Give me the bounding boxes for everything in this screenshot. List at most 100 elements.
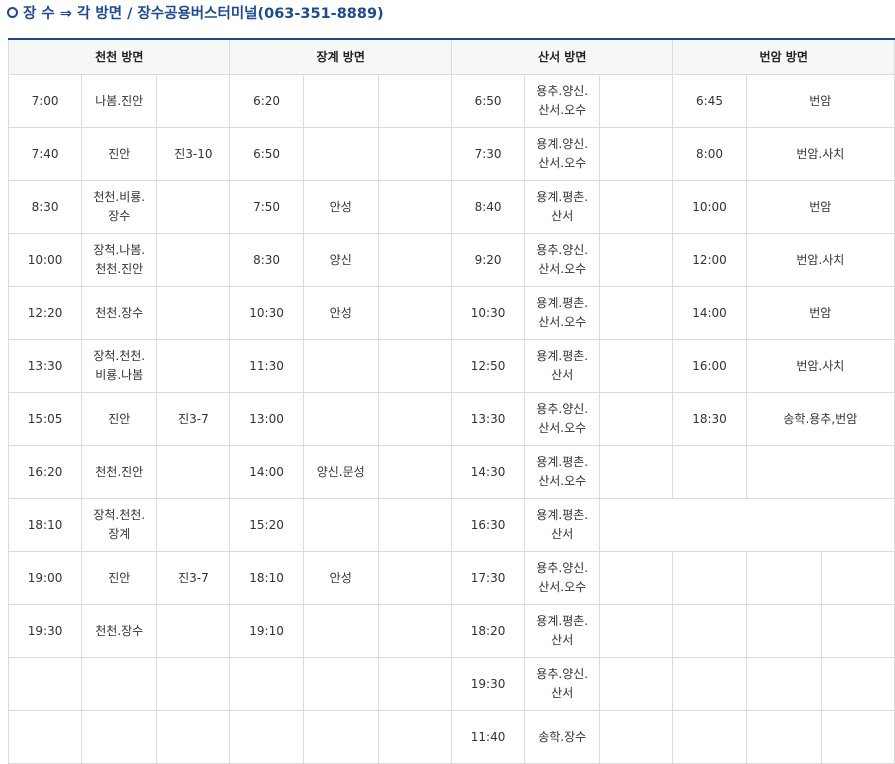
table-cell: 진3-10: [156, 127, 231, 181]
table-cell: 7:40: [7, 127, 83, 181]
table-cell: [599, 286, 674, 340]
table-cell: 15:05: [7, 392, 83, 446]
table-cell: [7, 657, 83, 711]
table-cell: [377, 286, 452, 340]
table-row: 19:30 천천.장수 19:10 18:20 용계.평촌. 산서: [7, 604, 895, 658]
table-cell: [820, 710, 895, 764]
table-cell: 용계.평촌. 산서: [524, 498, 601, 552]
table-cell: 송학.용추,번암: [745, 392, 895, 446]
table-cell: [156, 339, 231, 393]
table-cell: 번암: [745, 180, 895, 234]
table-cell: [745, 551, 822, 605]
table-cell: [156, 445, 231, 499]
table-cell: [377, 657, 452, 711]
table-cell: 10:00: [7, 233, 83, 287]
table-cell: [302, 710, 379, 764]
table-cell: 9:20: [450, 233, 526, 287]
table-cell: 용추.양신. 산서.오수: [524, 74, 601, 128]
table-cell: 천천.장수: [81, 286, 158, 340]
table-cell: 16:20: [7, 445, 83, 499]
table-row: 19:00 진안 진3-7 18:10 안성 17:30 용추.양신. 산서.오수: [7, 551, 895, 605]
table-cell: [377, 498, 452, 552]
table-cell: 19:10: [229, 604, 304, 658]
table-cell: 진3-7: [156, 551, 231, 605]
table-cell: [302, 339, 379, 393]
table-cell: 용계.양신. 산서.오수: [524, 127, 601, 181]
table-cell: 7:50: [229, 180, 304, 234]
table-cell: [599, 74, 674, 128]
table-cell: [599, 657, 674, 711]
table-cell: [599, 498, 895, 552]
table-cell: [377, 180, 452, 234]
table-row: 7:00 나봄.진안 6:20 6:50 용추.양신. 산서.오수 6:45 번암: [7, 74, 895, 128]
table-cell: 진안: [81, 392, 158, 446]
table-cell: 13:30: [450, 392, 526, 446]
table-cell: 6:50: [450, 74, 526, 128]
table-cell: [156, 657, 231, 711]
table-cell: 12:20: [7, 286, 83, 340]
table-cell: 용추.양신. 산서.오수: [524, 551, 601, 605]
table-cell: [156, 180, 231, 234]
table-cell: 용계.평촌. 산서.오수: [524, 445, 601, 499]
table-cell: [820, 657, 895, 711]
table-cell: 용계.평촌. 산서: [524, 180, 601, 234]
table-cell: 장척.나봄. 천천.진안: [81, 233, 158, 287]
table-cell: [745, 710, 822, 764]
table-cell: 진3-7: [156, 392, 231, 446]
table-row: 13:30 장척.천천. 비룡.나봄 11:30 12:50 용계.평촌. 산서 16:00 번…: [7, 339, 895, 393]
table-cell: [599, 392, 674, 446]
table-cell: 18:30: [672, 392, 747, 446]
table-cell: [745, 604, 822, 658]
table-cell: [81, 657, 158, 711]
table-cell: [599, 180, 674, 234]
table-cell: [81, 710, 158, 764]
table-cell: 번암.사치: [745, 233, 895, 287]
table-cell: [156, 710, 231, 764]
table-cell: [377, 710, 452, 764]
table-cell: [672, 604, 747, 658]
table-cell: 16:00: [672, 339, 747, 393]
table-cell: 천천.진안: [81, 445, 158, 499]
table-cell: [156, 498, 231, 552]
table-row: 16:20 천천.진안 14:00 양신.문성 14:30 용계.평촌. 산서.오수: [7, 445, 895, 499]
table-cell: [302, 392, 379, 446]
table-cell: 진안: [81, 551, 158, 605]
header-row: 천천 방면 장계 방면 산서 방면 번암 방면: [7, 38, 895, 75]
page-title-text: 장 수 ⇒ 각 방면 / 장수공용버스터미널(063-351-8889): [23, 5, 384, 22]
table-row: 7:40 진안 진3-10 6:50 7:30 용계.양신. 산서.오수 8:00 번암.사치: [7, 127, 895, 181]
table-cell: [229, 657, 304, 711]
table-cell: 안성: [302, 180, 379, 234]
table-cell: 18:20: [450, 604, 526, 658]
table-cell: 천천.비룡. 장수: [81, 180, 158, 234]
header-cheoncheon: 천천 방면: [7, 38, 231, 75]
circle-bullet-icon: [7, 6, 18, 18]
table-cell: 8:40: [450, 180, 526, 234]
table-cell: [672, 445, 747, 499]
table-cell: [302, 657, 379, 711]
table-cell: 13:30: [7, 339, 83, 393]
table-cell: 번암.사치: [745, 127, 895, 181]
table-cell: [156, 604, 231, 658]
table-cell: [599, 445, 674, 499]
table-cell: [377, 74, 452, 128]
table-cell: 6:45: [672, 74, 747, 128]
table-cell: [156, 233, 231, 287]
table-cell: [745, 445, 895, 499]
table-cell: 18:10: [7, 498, 83, 552]
table-cell: 14:30: [450, 445, 526, 499]
table-cell: [377, 604, 452, 658]
table-cell: [156, 74, 231, 128]
table-cell: 19:30: [450, 657, 526, 711]
bus-schedule-table: 천천 방면 장계 방면 산서 방면 번암 방면 7:00 나봄.진안 6:20 6:5…: [7, 38, 895, 764]
table-cell: [672, 710, 747, 764]
table-cell: 안성: [302, 286, 379, 340]
header-sanseo: 산서 방면: [450, 38, 674, 75]
table-cell: 10:00: [672, 180, 747, 234]
table-cell: [302, 604, 379, 658]
table-cell: [672, 551, 747, 605]
table-cell: 8:30: [7, 180, 83, 234]
table-cell: 14:00: [229, 445, 304, 499]
table-cell: [672, 657, 747, 711]
table-cell: [156, 286, 231, 340]
table-cell: 용계.평촌. 산서: [524, 604, 601, 658]
